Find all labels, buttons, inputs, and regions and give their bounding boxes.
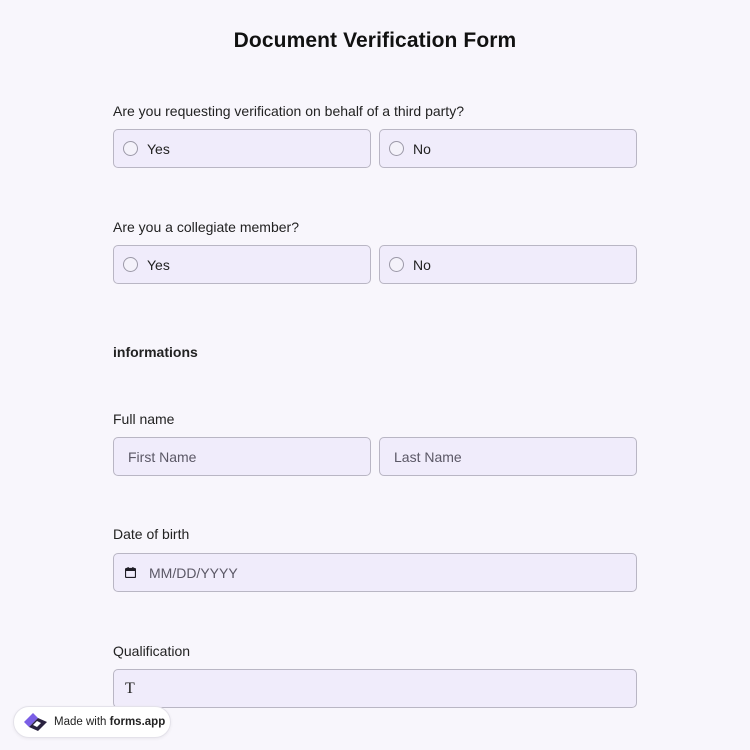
q2-option-yes[interactable]: Yes bbox=[113, 245, 371, 284]
last-name-input[interactable]: Last Name bbox=[379, 437, 637, 476]
first-name-placeholder: First Name bbox=[128, 448, 197, 465]
first-name-input[interactable]: First Name bbox=[113, 437, 371, 476]
badge-brand: forms.app bbox=[109, 716, 166, 728]
last-name-placeholder: Last Name bbox=[394, 448, 462, 465]
made-with-forms-app-badge[interactable]: Made with forms.app bbox=[13, 706, 171, 738]
q1-option-no[interactable]: No bbox=[379, 129, 637, 168]
qualification-label: Qualification bbox=[113, 643, 191, 659]
form-title: Document Verification Form bbox=[233, 29, 517, 52]
radio-circle-icon[interactable] bbox=[123, 141, 138, 156]
option-label: No bbox=[413, 256, 431, 273]
question-collegiate-member: Are you a collegiate member? bbox=[113, 219, 299, 235]
radio-circle-icon[interactable] bbox=[123, 257, 138, 272]
q2-option-no[interactable]: No bbox=[379, 245, 637, 284]
date-of-birth-label: Date of birth bbox=[113, 526, 190, 542]
qualification-input[interactable]: T bbox=[113, 669, 637, 708]
date-placeholder: MM/DD/YYYY bbox=[149, 564, 238, 581]
full-name-label: Full name bbox=[113, 411, 175, 427]
radio-circle-icon[interactable] bbox=[389, 257, 404, 272]
question-third-party: Are you requesting verification on behal… bbox=[113, 103, 464, 119]
option-label: Yes bbox=[147, 256, 170, 273]
forms-app-logo-icon bbox=[20, 710, 50, 734]
text-t-icon: T bbox=[125, 679, 135, 697]
date-of-birth-input[interactable]: MM/DD/YYYY bbox=[113, 553, 637, 592]
option-label: Yes bbox=[147, 140, 170, 157]
section-title: informations bbox=[113, 344, 198, 360]
q1-option-yes[interactable]: Yes bbox=[113, 129, 371, 168]
badge-prefix: Made with bbox=[54, 716, 107, 728]
calendar-icon[interactable] bbox=[125, 567, 136, 578]
option-label: No bbox=[413, 140, 431, 157]
form-page: Document Verification Form Are you reque… bbox=[0, 0, 750, 750]
radio-circle-icon[interactable] bbox=[389, 141, 404, 156]
badge-text: Made with forms.app bbox=[54, 716, 165, 728]
